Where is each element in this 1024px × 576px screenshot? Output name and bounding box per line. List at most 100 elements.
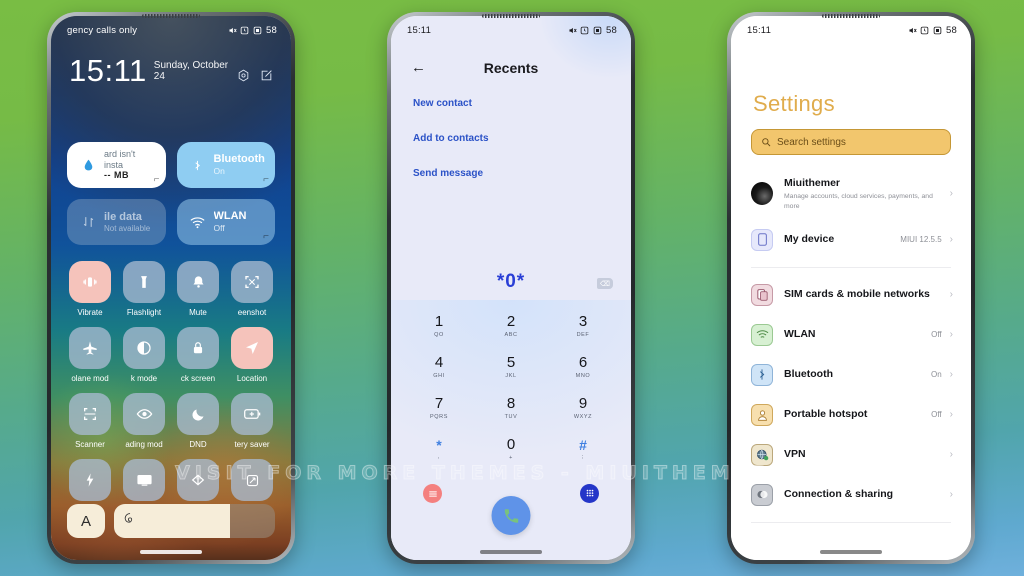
home-indicator[interactable] xyxy=(140,550,202,554)
lockscreen-header: 15:11 Sunday, October 24 xyxy=(51,46,291,86)
auto-brightness-button[interactable]: A xyxy=(67,504,105,538)
toggle-label: DND xyxy=(189,440,207,449)
battery-percent: 58 xyxy=(266,24,277,36)
dnd-icon xyxy=(253,26,261,34)
toggle-scanner[interactable]: Scanner xyxy=(67,393,113,449)
key-letters: ; xyxy=(581,454,585,461)
settings-row-label: Bluetooth xyxy=(784,368,833,381)
home-indicator[interactable] xyxy=(820,550,882,554)
search-settings-field[interactable]: Search settings xyxy=(751,129,951,155)
earpiece-speaker xyxy=(822,14,880,18)
call-icon xyxy=(504,508,518,523)
toggle-flashlight[interactable]: Flashlight xyxy=(121,261,167,317)
brightness-row: A xyxy=(67,504,275,538)
toggle-rotate[interactable] xyxy=(229,459,275,501)
tile-bluetooth[interactable]: Bluetooth On ⌐ xyxy=(176,142,275,188)
menu-icon[interactable] xyxy=(423,484,442,503)
key-star[interactable]: *, xyxy=(403,431,475,467)
screen-control-center: gency calls only 58 15:11 Sunday, Octobe… xyxy=(51,16,291,560)
connection-icon xyxy=(751,483,773,506)
key-9[interactable]: 9 WXYZ xyxy=(547,390,619,426)
settings-row-label: My device xyxy=(784,233,835,246)
key-letters: PQRS xyxy=(430,413,448,420)
action-send-message[interactable]: Send message xyxy=(413,168,489,179)
toggle-dark-mode[interactable]: k mode xyxy=(121,327,167,383)
mobile-data-icon xyxy=(76,215,100,229)
settings-row-label: SIM cards & mobile networks xyxy=(784,288,930,301)
key-4[interactable]: 4 GHI xyxy=(403,349,475,385)
key-letters: GHI xyxy=(433,372,445,379)
tile-wlan[interactable]: WLAN Off ⌐ xyxy=(176,199,275,245)
settings-row-account[interactable]: Miuithemer Manage accounts, cloud servic… xyxy=(731,168,971,220)
action-new-contact[interactable]: New contact xyxy=(413,98,489,109)
toggle-flash[interactable] xyxy=(67,459,113,501)
keypad: 1 QO 2 ABC 3 DEF 4 GHI 5 JKL 6 MNO 7 PQRS 8 TUV … xyxy=(403,308,619,467)
key-letters: JKL xyxy=(505,372,517,379)
bluetooth-icon xyxy=(186,157,210,174)
corner-arc-icon: ⌐ xyxy=(153,174,160,185)
tile-sub: Off xyxy=(213,222,225,233)
call-button[interactable] xyxy=(491,496,531,535)
settings-row-connection-sharing[interactable]: Connection & sharing › xyxy=(731,475,971,515)
key-3[interactable]: 3 DEF xyxy=(547,308,619,344)
tile-mobile-data[interactable]: ile data Not available xyxy=(67,199,166,245)
toggle-data-saver[interactable] xyxy=(175,459,221,501)
settings-row-portable-hotspot[interactable]: Portable hotspot Off › xyxy=(731,395,971,435)
edit-square-icon[interactable] xyxy=(260,69,273,82)
toggle-location[interactable]: Location xyxy=(229,327,275,383)
status-bar: gency calls only 58 xyxy=(51,16,291,42)
toggle-vibrate[interactable]: Vibrate xyxy=(67,261,113,317)
tile-sim-card[interactable]: ard isn't insta -- MB ⌐ xyxy=(67,142,166,188)
tile-title: Bluetooth xyxy=(213,153,265,166)
key-hash[interactable]: #; xyxy=(547,431,619,467)
toggle-label: ck screen xyxy=(180,374,216,383)
settings-row-wlan[interactable]: WLAN Off › xyxy=(731,315,971,355)
brightness-slider[interactable] xyxy=(114,504,275,538)
toggle-airplane-mode[interactable]: olane mod xyxy=(67,327,113,383)
key-digit: 0 xyxy=(506,436,516,454)
dialed-number: *0* xyxy=(496,271,526,292)
status-bar-time: 15:11 xyxy=(747,24,772,36)
toggle-cast[interactable] xyxy=(121,459,167,501)
toggle-battery-saver[interactable]: tery saver xyxy=(229,393,275,449)
toggle-lock-screen[interactable]: ck screen xyxy=(175,327,221,383)
key-letters: + xyxy=(509,454,513,461)
toggle-dnd[interactable]: DND xyxy=(175,393,221,449)
key-1[interactable]: 1 QO xyxy=(403,308,475,344)
settings-row-bluetooth[interactable]: Bluetooth On › xyxy=(731,355,971,395)
action-add-to-contacts[interactable]: Add to contacts xyxy=(413,133,489,144)
key-5[interactable]: 5 JKL xyxy=(475,349,547,385)
home-indicator[interactable] xyxy=(480,550,542,554)
big-tile-row-1: ard isn't insta -- MB ⌐ Bluetooth On ⌐ xyxy=(67,142,275,188)
key-0[interactable]: 0 + xyxy=(475,431,547,467)
key-7[interactable]: 7 PQRS xyxy=(403,390,475,426)
key-8[interactable]: 8 TUV xyxy=(475,390,547,426)
settings-hex-icon[interactable] xyxy=(237,69,250,82)
airplane-icon xyxy=(69,327,111,369)
key-2[interactable]: 2 ABC xyxy=(475,308,547,344)
keypad-icon[interactable] xyxy=(580,484,599,503)
toggle-reading-mode[interactable]: ading mod xyxy=(121,393,167,449)
settings-list: Miuithemer Manage accounts, cloud servic… xyxy=(731,168,971,560)
key-6[interactable]: 6 MNO xyxy=(547,349,619,385)
backspace-icon[interactable]: ⌫ xyxy=(597,278,613,289)
key-letters: DEF xyxy=(576,331,590,338)
tile-title: ile data xyxy=(104,210,142,223)
status-bar-icons: 58 xyxy=(568,25,617,36)
settings-row-vpn[interactable]: VPN › xyxy=(731,435,971,475)
settings-row-my-device[interactable]: My device MIUI 12.5.5 › xyxy=(731,220,971,260)
rotate-icon xyxy=(231,459,273,501)
key-digit: 6 xyxy=(578,354,588,372)
alarm-icon xyxy=(580,26,589,34)
toggle-screenshot[interactable]: eenshot xyxy=(229,261,275,317)
dnd-icon xyxy=(593,26,601,34)
lock-icon xyxy=(177,327,219,369)
cast-icon xyxy=(123,459,165,501)
sim-icon xyxy=(751,283,773,306)
settings-row-sim-cards[interactable]: SIM cards & mobile networks › xyxy=(731,275,971,315)
phone-settings: 15:11 58 Settings Search settings Miuith… xyxy=(727,12,975,564)
dialer-actions: New contact Add to contacts Send message xyxy=(413,98,489,203)
key-letters: WXYZ xyxy=(573,413,593,420)
chevron-right-icon: › xyxy=(949,408,953,420)
toggle-mute[interactable]: Mute xyxy=(175,261,221,317)
